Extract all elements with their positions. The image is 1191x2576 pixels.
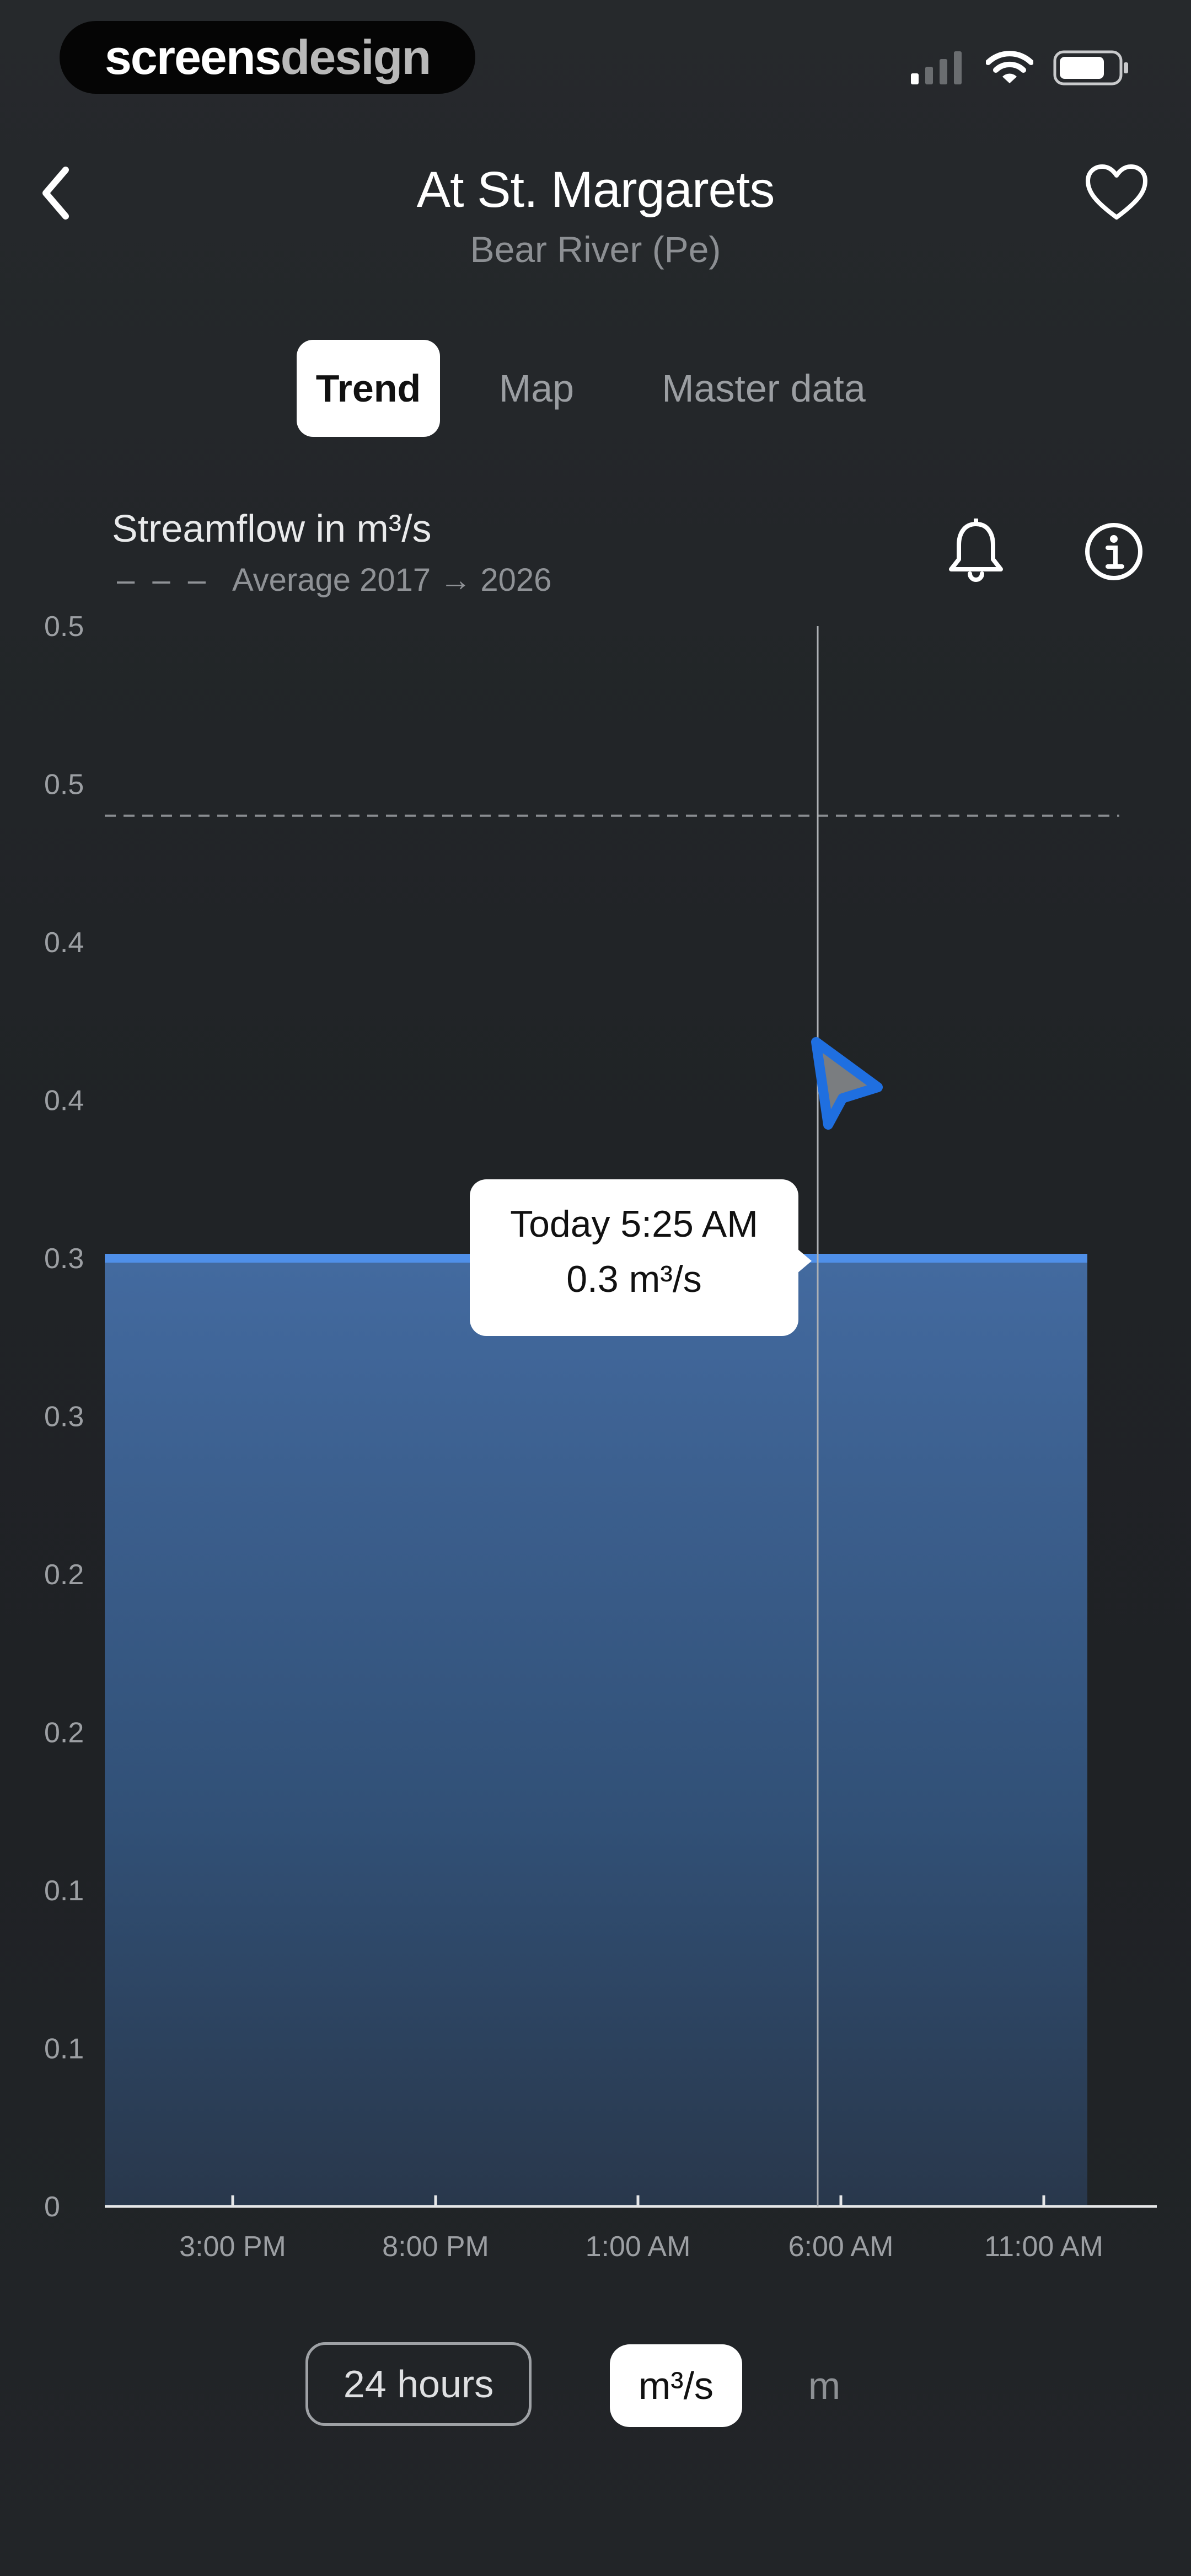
x-tick-label: 1:00 AM [586,2231,691,2263]
y-tick-label: 0.1 [44,2033,84,2065]
y-tick-label: 0 [44,2191,60,2223]
unit-flow-button[interactable]: m³/s [610,2344,742,2427]
tab-map[interactable]: Map [474,340,599,437]
y-tick-label: 0.5 [44,611,84,643]
y-tick-label: 0.2 [44,1559,84,1591]
tooltip-arrow [797,1249,812,1273]
info-icon [1085,523,1142,580]
y-tick-label: 0.3 [44,1401,84,1433]
tab-master-data[interactable]: Master data [634,340,893,437]
tab-trend[interactable]: Trend [297,340,440,437]
tooltip-value: 0.3 m³/s [566,1258,702,1300]
battery-icon [1053,50,1128,85]
page-title: At St. Margarets [416,162,775,218]
y-tick-label: 0.3 [44,1243,84,1275]
streamflow-area [105,1258,1087,2206]
x-tick-label: 6:00 AM [788,2231,894,2263]
y-tick-label: 0.2 [44,1717,84,1749]
x-tick-label: 8:00 PM [382,2231,489,2263]
info-button[interactable] [1081,516,1147,587]
y-tick-label: 0.4 [44,1085,84,1117]
signal-icon [911,51,962,84]
unit-level-button[interactable]: m [794,2344,855,2427]
chart-title: Streamflow in m³/s [112,507,432,550]
wifi-icon [986,51,1033,83]
legend-label: Average 2017 → 2026 [232,562,552,598]
x-tick-label: 11:00 AM [984,2231,1103,2263]
bell-icon [949,519,1003,582]
status-icons [911,49,1130,87]
tab-bar: Trend Map Master data [0,340,1191,437]
time-range-button[interactable]: 24 hours [305,2342,532,2426]
brand-badge: screens design [60,21,475,94]
legend-dash: – – – [117,562,210,598]
y-tick-label: 0.1 [44,1875,84,1907]
brand-text-light: design [280,30,432,84]
chart-tooltip: Today 5:25 AM 0.3 m³/s [470,1179,798,1336]
page-subtitle: Bear River (Pe) [470,229,721,270]
favorite-button[interactable] [1081,160,1152,226]
brand-text-strong: screens [104,30,282,84]
y-tick-label: 0.4 [44,927,84,959]
heart-icon [1086,164,1147,220]
x-tick-label: 3:00 PM [179,2231,286,2263]
chart-legend: – – – Average 2017 → 2026 [117,562,551,598]
pointer-cursor-icon [811,1037,883,1130]
tooltip-time: Today 5:25 AM [510,1203,758,1245]
screen: screens design At St. Margarets Bear Rive… [0,0,1191,2576]
alert-button[interactable] [943,516,1009,587]
y-tick-label: 0.5 [44,769,84,801]
